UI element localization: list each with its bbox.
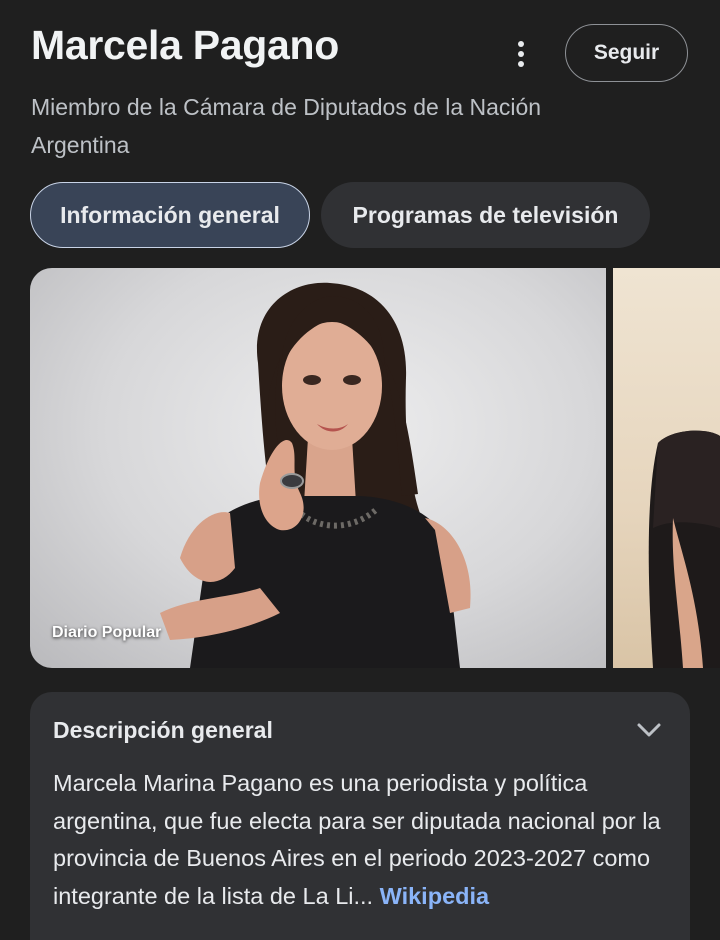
chevron-down-icon[interactable] <box>636 720 662 740</box>
description-text: Marcela Marina Pagano es una periodista … <box>53 765 673 915</box>
follow-button[interactable]: Seguir <box>565 24 688 82</box>
portrait-illustration <box>160 282 471 668</box>
tab-general-information[interactable]: Información general <box>30 182 310 248</box>
secondary-portrait-illustration <box>648 430 720 668</box>
secondary-photo[interactable] <box>613 268 720 668</box>
page-title: Marcela Pagano <box>31 22 339 68</box>
image-source-label: Diario Popular <box>52 624 162 641</box>
description-title: Descripción general <box>53 717 273 743</box>
description-card: Descripción general Marcela Marina Pagan… <box>30 692 690 940</box>
description-body: Marcela Marina Pagano es una periodista … <box>53 770 661 909</box>
entity-subtitle: Miembro de la Cámara de Diputados de la … <box>31 94 542 158</box>
more-vert-icon <box>518 41 524 67</box>
wikipedia-link[interactable]: Wikipedia <box>380 883 489 909</box>
tab-tv-programs[interactable]: Programas de televisión <box>321 182 650 248</box>
main-photo[interactable]: Diario Popular <box>30 268 606 668</box>
more-options-button[interactable] <box>505 36 537 72</box>
